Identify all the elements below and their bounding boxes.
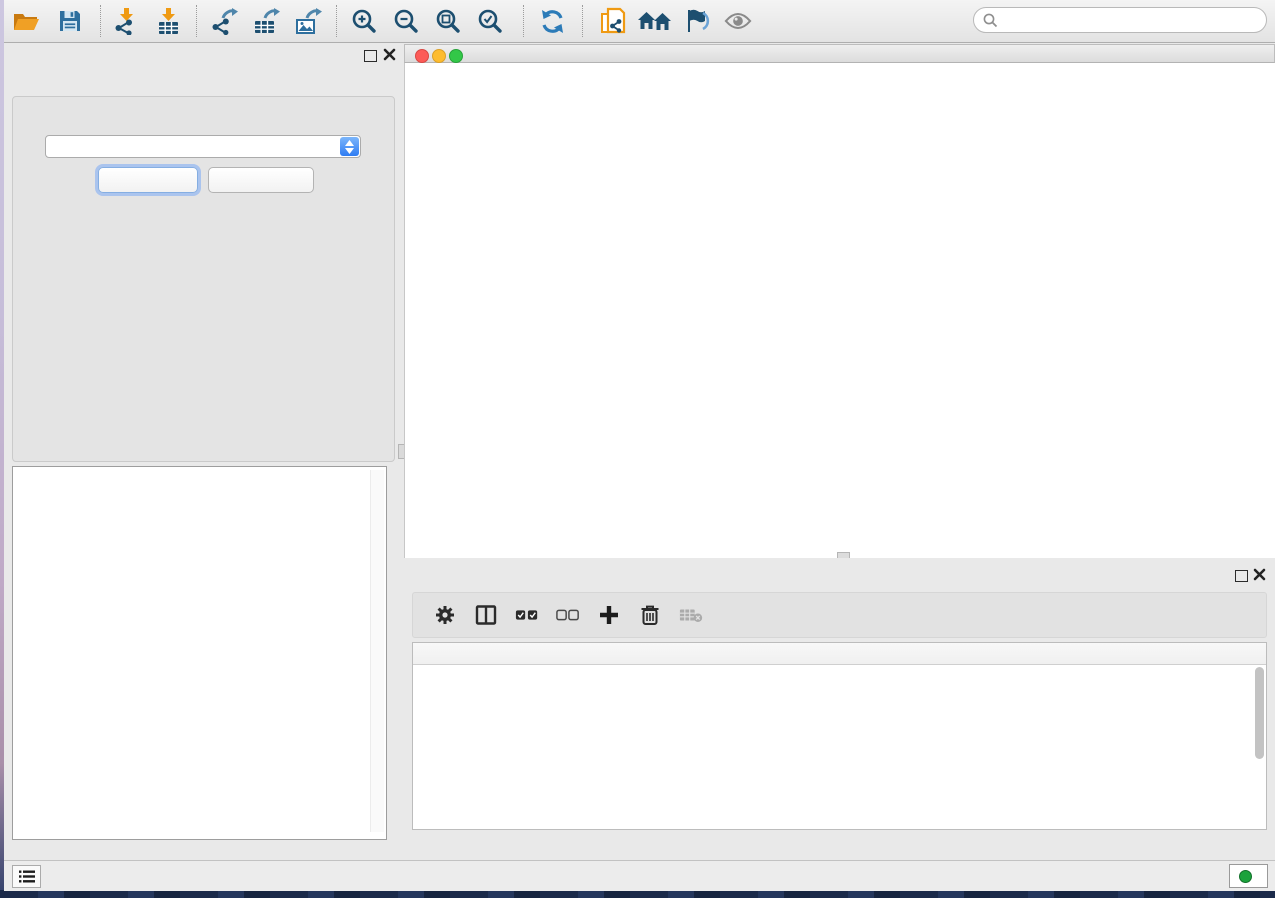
memory-status-icon <box>1239 870 1252 883</box>
apply-layout-icon[interactable] <box>538 7 566 35</box>
toolbar-separator <box>196 5 197 37</box>
mcds-result-list[interactable] <box>14 475 366 831</box>
zoom-out-icon[interactable] <box>392 7 420 35</box>
export-table-icon[interactable] <box>252 7 280 35</box>
import-table-icon[interactable] <box>154 7 182 35</box>
task-history-button[interactable] <box>12 865 41 888</box>
zoom-fit-icon[interactable] <box>434 7 462 35</box>
export-network-icon[interactable] <box>210 7 238 35</box>
table-toolbar <box>412 592 1267 638</box>
desktop-wallpaper-bottom <box>0 890 1275 898</box>
table-tabs <box>404 832 1275 856</box>
cytoscape-window <box>4 0 1275 890</box>
main-toolbar <box>4 0 1275 43</box>
table-panel <box>404 558 1275 860</box>
close-panel-icon[interactable] <box>383 48 396 66</box>
toolbar-separator <box>523 5 524 37</box>
export-image-icon[interactable] <box>294 7 322 35</box>
share-network-file-icon[interactable] <box>598 7 626 35</box>
criterion-select[interactable] <box>45 135 361 158</box>
select-stepper-icon <box>340 137 359 156</box>
zoom-selected-icon[interactable] <box>476 7 504 35</box>
home-icon[interactable] <box>637 7 673 35</box>
table-close-icon[interactable] <box>1253 568 1266 586</box>
save-session-icon[interactable] <box>56 7 84 35</box>
list-icon <box>19 870 35 883</box>
search-box[interactable] <box>973 7 1267 33</box>
control-panel-header <box>4 44 402 68</box>
float-panel-icon[interactable] <box>364 50 377 62</box>
network-graph[interactable] <box>405 63 1274 556</box>
delete-icon[interactable] <box>638 603 662 627</box>
run-mcds-button[interactable] <box>98 167 198 193</box>
window-minimize-traffic-light[interactable] <box>432 49 446 63</box>
search-icon <box>983 13 998 28</box>
show-columns-icon[interactable] <box>474 603 498 627</box>
network-canvas[interactable] <box>404 63 1275 558</box>
zoom-in-icon[interactable] <box>350 7 378 35</box>
window-zoom-traffic-light[interactable] <box>449 49 463 63</box>
close-panel-button[interactable] <box>208 167 314 193</box>
node-table <box>412 642 1267 830</box>
mcds-result-box <box>12 466 387 840</box>
table-float-icon[interactable] <box>1235 570 1248 582</box>
import-network-icon[interactable] <box>112 7 140 35</box>
network-window-titlebar[interactable] <box>404 44 1275 63</box>
open-session-icon[interactable] <box>12 7 40 35</box>
hide-flagged-icon[interactable] <box>682 7 710 35</box>
search-input[interactable] <box>1004 12 1266 29</box>
table-header-row <box>413 643 1266 665</box>
status-bar <box>4 860 1275 891</box>
table-scrollbar[interactable] <box>1254 665 1265 829</box>
select-all-icon[interactable] <box>515 603 539 627</box>
memory-button[interactable] <box>1229 864 1268 888</box>
delete-table-icon[interactable] <box>679 603 703 627</box>
window-close-traffic-light[interactable] <box>415 49 429 63</box>
toolbar-separator <box>336 5 337 37</box>
control-panel-tabs <box>4 73 402 96</box>
table-settings-icon[interactable] <box>433 603 457 627</box>
table-scrollbar-thumb[interactable] <box>1255 667 1264 759</box>
add-icon[interactable] <box>597 603 621 627</box>
toolbar-separator <box>582 5 583 37</box>
unselect-all-icon[interactable] <box>556 603 580 627</box>
mcds-panel <box>12 96 395 462</box>
mcds-list-scrollbar[interactable] <box>370 470 384 832</box>
show-graphics-icon[interactable] <box>724 7 752 35</box>
toolbar-separator <box>100 5 101 37</box>
